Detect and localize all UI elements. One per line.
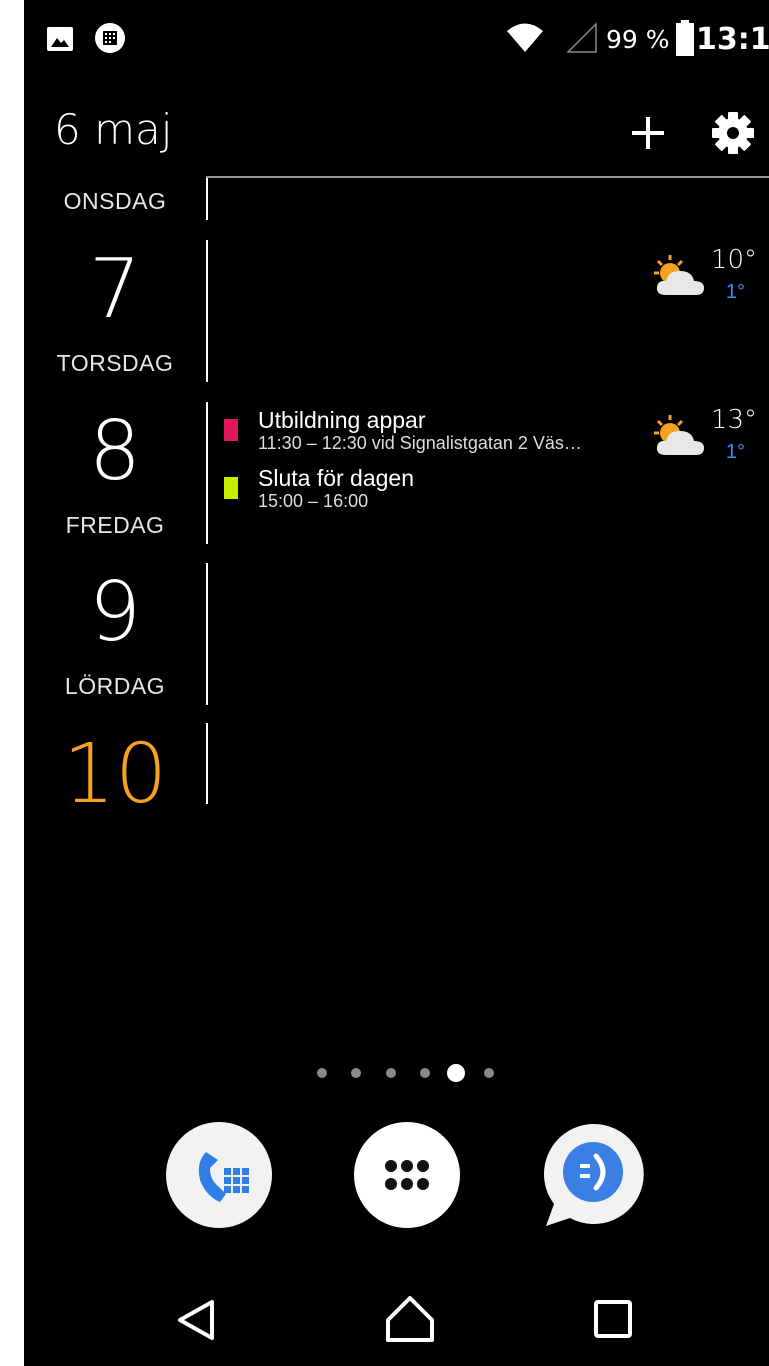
- page-dot[interactable]: [317, 1068, 327, 1078]
- event-color-marker: [224, 419, 238, 441]
- day-name: FREDAG: [65, 512, 165, 538]
- battery-percentage: 99 %: [606, 25, 670, 54]
- day-divider: [206, 402, 208, 544]
- event-detail: 15:00 – 16:00: [258, 491, 369, 511]
- clock: 13:13: [696, 22, 769, 57]
- partly-cloudy-icon: [654, 253, 706, 302]
- calendar-notification-icon: [94, 22, 126, 59]
- day-number: 9: [88, 565, 142, 660]
- weather-forecast[interactable]: 13° 1°: [654, 405, 769, 485]
- day-number: 10: [62, 727, 168, 805]
- day-name: ONSDAG: [63, 188, 167, 214]
- app-drawer-icon[interactable]: [354, 1122, 460, 1228]
- battery-icon: [676, 20, 694, 61]
- day-number: 8: [88, 404, 142, 499]
- partly-cloudy-icon: [654, 413, 706, 462]
- day-number: 7: [88, 242, 142, 337]
- day-number-clip: 10: [24, 720, 206, 805]
- back-icon[interactable]: [172, 1292, 232, 1348]
- temperature-high: 13°: [710, 405, 757, 435]
- event-title: Utbildning appar: [258, 407, 426, 433]
- messaging-icon[interactable]: [540, 1122, 646, 1228]
- header-divider: [206, 176, 769, 178]
- day-divider: [206, 178, 208, 220]
- page-indicator: [24, 1062, 769, 1084]
- home-icon[interactable]: [380, 1292, 440, 1348]
- temperature-low: 1°: [725, 281, 745, 303]
- navigation-bar: [24, 1270, 769, 1366]
- recents-icon[interactable]: [584, 1292, 644, 1348]
- page-dot[interactable]: [420, 1068, 430, 1078]
- day-divider: [206, 240, 208, 382]
- wifi-icon: [506, 22, 544, 59]
- weather-forecast[interactable]: 10° 1°: [654, 245, 769, 325]
- day-divider: [206, 563, 208, 705]
- page-dot[interactable]: [484, 1068, 494, 1078]
- page-dot-active[interactable]: [447, 1064, 465, 1082]
- day-name: LÖRDAG: [64, 673, 166, 699]
- event-title: Sluta för dagen: [258, 465, 415, 491]
- phone-screen: 99 % 13:13 6 maj: [24, 0, 769, 1366]
- event-detail: 11:30 – 12:30 vid Signalistgatan 2 Väs…: [258, 433, 582, 453]
- status-bar: 99 % 13:13: [24, 0, 769, 80]
- calendar-event[interactable]: Sluta för dagen 15:00 – 16:00: [224, 463, 644, 513]
- widget-date-title[interactable]: 6 maj: [54, 105, 172, 154]
- day-name: TORSDAG: [56, 350, 174, 376]
- temperature-high: 10°: [710, 245, 757, 275]
- calendar-widget-header: 6 maj: [24, 95, 769, 175]
- page-dot[interactable]: [351, 1068, 361, 1078]
- event-color-marker: [224, 477, 238, 499]
- day-divider: [206, 723, 208, 804]
- signal-icon: [566, 22, 598, 59]
- calendar-event[interactable]: Utbildning appar 11:30 – 12:30 vid Signa…: [224, 405, 644, 455]
- phone-dialer-icon[interactable]: [166, 1122, 272, 1228]
- temperature-low: 1°: [725, 441, 745, 463]
- gear-icon[interactable]: [707, 107, 759, 159]
- page-dot[interactable]: [386, 1068, 396, 1078]
- image-icon: [46, 26, 74, 57]
- plus-icon[interactable]: [622, 107, 674, 159]
